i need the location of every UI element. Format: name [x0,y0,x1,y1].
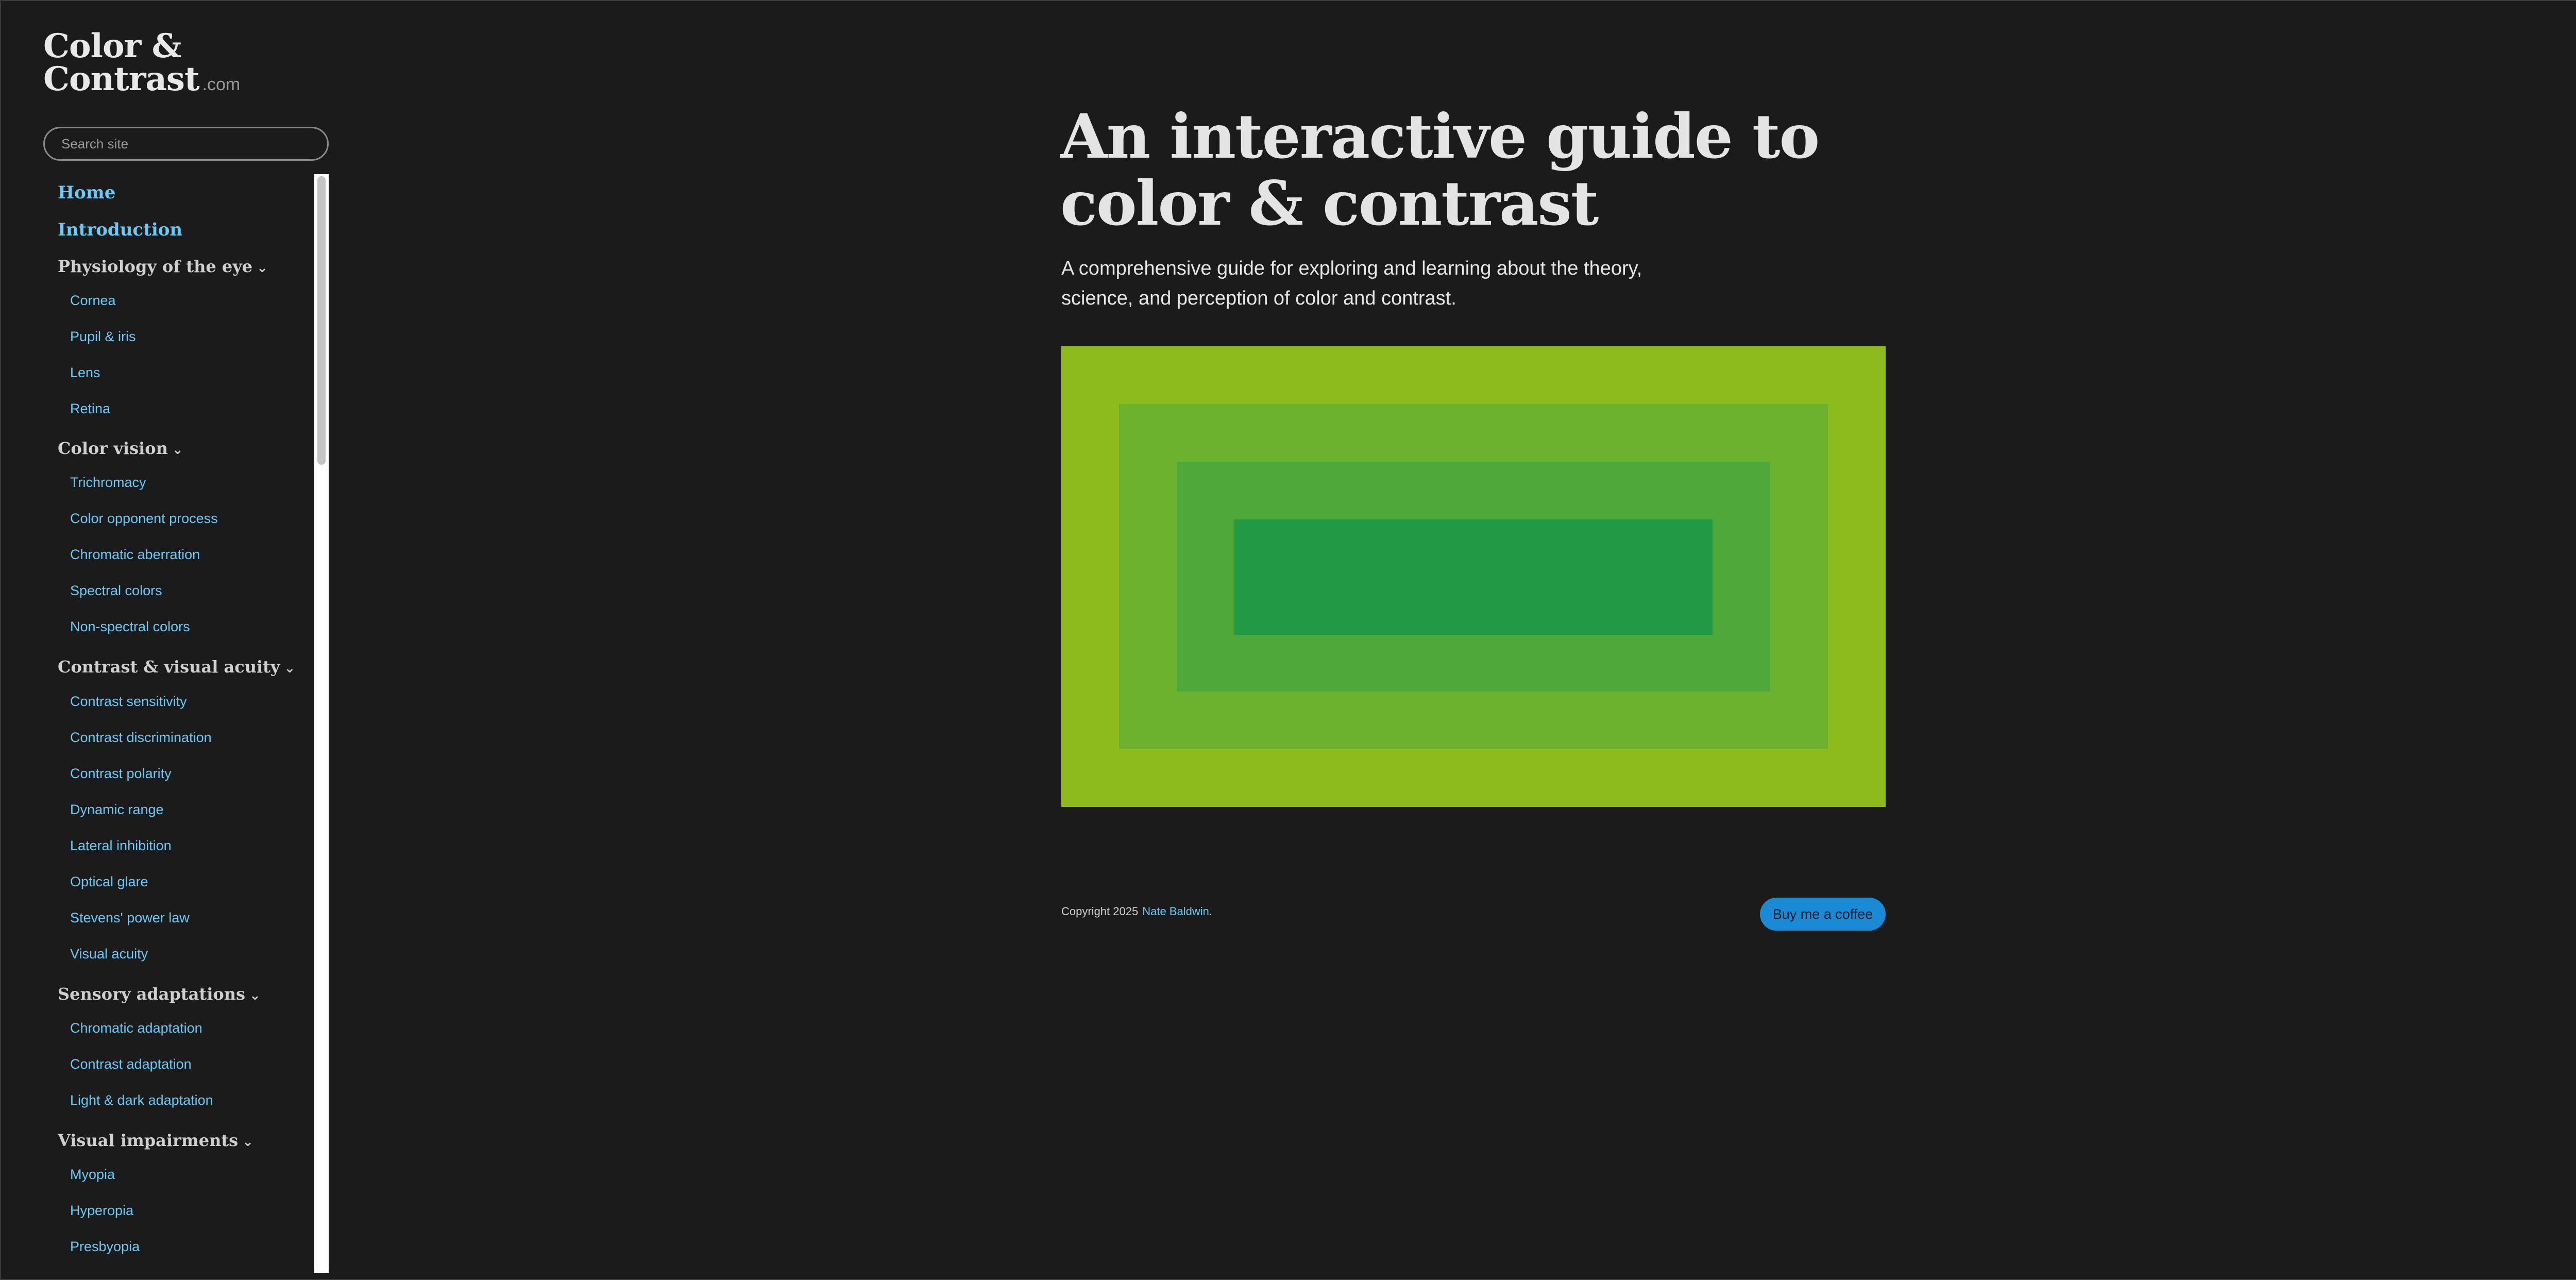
logo-suffix: .com [202,75,241,94]
page-title-line-1: An interactive guide to [1060,100,1820,172]
sidebar-item-contrast-adaptation[interactable]: Contrast adaptation [70,1056,192,1072]
sidebar-item-spectral-colors[interactable]: Spectral colors [70,583,162,599]
sidebar-item-introduction[interactable]: Introduction [58,220,182,240]
page-title-line-2: color & contrast [1060,167,1599,239]
sidebar-item-retina[interactable]: Retina [70,401,110,417]
sidebar-item-trichromacy[interactable]: Trichromacy [70,475,146,491]
page-subtitle: A comprehensive guide for exploring and … [1061,254,1669,313]
chevron-down-icon: ⌄ [242,1134,253,1150]
sidebar-item-hyperopia[interactable]: Hyperopia [70,1203,133,1219]
sidebar-nav: Home Introduction Physiology of the eye ⌄ Co… [43,173,311,1276]
sidebar-section-label: Physiology of the eye [58,257,253,276]
sidebar-item-visual-acuity[interactable]: Visual acuity [70,946,148,962]
sidebar-item-contrast-discrimination[interactable]: Contrast discrimination [70,730,212,746]
chevron-down-icon: ⌄ [172,442,183,458]
sidebar-item-color-opponent-process[interactable]: Color opponent process [70,511,218,527]
sidebar-item-lateral-inhibition[interactable]: Lateral inhibition [70,838,172,854]
sidebar-section-label: Sensory adaptations [58,984,245,1004]
sidebar-item-non-spectral-colors[interactable]: Non-spectral colors [70,619,190,635]
sidebar-item-lens[interactable]: Lens [70,365,100,381]
sidebar-section-physiology-of-the-eye[interactable]: Physiology of the eye ⌄ [58,257,268,276]
site-logo[interactable]: Color & Contrast .com [43,30,240,101]
chevron-down-icon: ⌄ [249,988,261,1003]
footer-copyright: Copyright 2025 Nate Baldwin. [1061,905,1212,918]
sidebar-item-chromatic-adaptation[interactable]: Chromatic adaptation [70,1020,202,1036]
sidebar-section-sensory-adaptations[interactable]: Sensory adaptations ⌄ [58,984,261,1004]
sidebar-item-pupil-and-iris[interactable]: Pupil & iris [70,329,136,345]
sidebar-item-presbyopia[interactable]: Presbyopia [70,1239,140,1255]
sidebar-section-label: Color vision [58,439,168,458]
buy-coffee-button[interactable]: Buy me a coffee [1760,898,1886,931]
search-input[interactable] [43,127,329,161]
page-subtitle-line-1: A comprehensive guide for exploring and … [1061,258,1642,279]
sidebar-item-cornea[interactable]: Cornea [70,293,116,309]
sidebar-scrollbar-thumb[interactable] [317,176,326,465]
sidebar-section-label: Contrast & visual acuity [58,657,280,677]
sidebar-item-optical-glare[interactable]: Optical glare [70,874,148,890]
sidebar-item-myopia[interactable]: Myopia [70,1167,115,1183]
sidebar-item-chromatic-aberration[interactable]: Chromatic aberration [70,547,200,563]
hero-illustration [1061,346,1886,807]
hero-rect-inner [1234,519,1713,635]
author-link[interactable]: Nate Baldwin [1142,905,1209,918]
sidebar-item-contrast-polarity[interactable]: Contrast polarity [70,766,172,782]
sidebar-item-home[interactable]: Home [58,182,115,203]
logo-line-1: Color & [43,27,181,65]
copyright-period: . [1209,905,1212,918]
sidebar-item-stevens-power-law[interactable]: Stevens' power law [70,910,190,926]
page-subtitle-line-2: science, and perception of color and con… [1061,288,1456,309]
sidebar-section-color-vision[interactable]: Color vision ⌄ [58,439,183,458]
sidebar-item-contrast-sensitivity[interactable]: Contrast sensitivity [70,694,187,710]
sidebar-item-dynamic-range[interactable]: Dynamic range [70,802,164,818]
sidebar-section-contrast-and-visual-acuity[interactable]: Contrast & visual acuity ⌄ [58,657,295,677]
chevron-down-icon: ⌄ [257,260,268,276]
logo-contrast: Contrast [43,60,199,98]
sidebar-section-visual-impairments[interactable]: Visual impairments ⌄ [58,1131,253,1150]
logo-line-2: Contrast .com [43,63,240,101]
page-title: An interactive guide to color & contrast [1060,103,1833,237]
copyright-text: Copyright 2025 [1061,905,1139,918]
sidebar-item-light-and-dark-adaptation[interactable]: Light & dark adaptation [70,1092,213,1108]
sidebar-section-label: Visual impairments [58,1131,239,1150]
sidebar-scrollbar[interactable] [314,174,329,1273]
chevron-down-icon: ⌄ [284,661,296,676]
